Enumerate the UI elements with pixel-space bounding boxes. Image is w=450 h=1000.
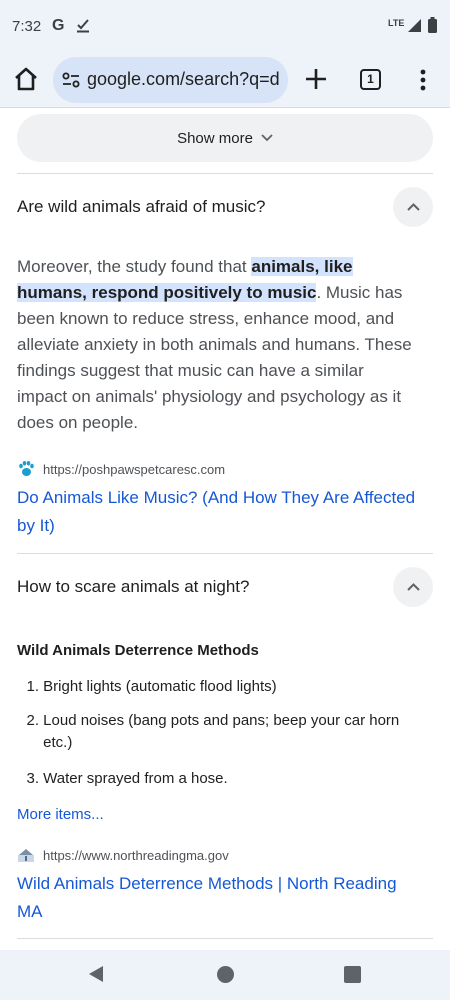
list-number: 2.: [26, 712, 39, 729]
battery-icon: [428, 17, 437, 33]
answer-line: impact on animals' physiology and psycho…: [17, 387, 402, 406]
list-number: 3.: [26, 770, 39, 787]
download-done-icon: [77, 19, 89, 33]
new-tab-icon[interactable]: [303, 66, 329, 92]
result-link-2[interactable]: Wild Animals Deterrence Methods | North …: [17, 870, 433, 926]
divider: [17, 938, 433, 939]
list-item: 1. Bright lights (automatic flood lights…: [17, 676, 433, 698]
more-menu-icon[interactable]: [414, 68, 432, 92]
result-link-text[interactable]: MA: [17, 902, 43, 921]
search-results-content: Show more Are wild animals afraid of mus…: [0, 108, 450, 950]
recent-apps-icon[interactable]: [344, 966, 361, 983]
answer-line: alleviate anxiety in both animals and hu…: [17, 335, 412, 354]
answer-highlight: humans, respond positively to music: [17, 283, 317, 302]
source-row-1: https://poshpawspetcaresc.com: [17, 460, 225, 478]
collapse-button-1[interactable]: [393, 187, 433, 227]
system-nav-bar: [0, 950, 450, 1000]
result-link-text[interactable]: Wild Animals Deterrence Methods | North …: [17, 874, 397, 893]
source-row-2: https://www.northreadingma.gov: [17, 846, 229, 864]
status-bar: 7:32 G LTE: [0, 0, 450, 52]
home-icon[interactable]: [12, 65, 40, 93]
answer-highlight: animals, like: [251, 257, 353, 276]
more-items-link[interactable]: More items...: [17, 806, 104, 823]
chevron-up-icon: [406, 203, 420, 211]
browser-toolbar: google.com/search?q=d 1: [0, 52, 450, 108]
list-text: Water sprayed from a hose.: [43, 770, 228, 787]
result-link-text[interactable]: by It): [17, 516, 55, 535]
faq-answer-1: Moreover, the study found that animals, …: [17, 254, 433, 436]
phone-screen: 7:32 G LTE google.com/search?q=d 1 Show …: [0, 0, 450, 1000]
faq-question-2[interactable]: How to scare animals at night?: [17, 577, 249, 597]
source-url: https://poshpawspetcaresc.com: [43, 461, 226, 477]
show-more-label: Show more: [177, 129, 253, 147]
list-item: 2. Loud noises (bang pots and pans; beep…: [17, 710, 433, 754]
signal-icon: [408, 19, 421, 32]
list-item: 3. Water sprayed from a hose.: [17, 768, 433, 790]
tab-switcher-button[interactable]: 1: [360, 69, 381, 90]
answer-line: Moreover, the study found that animals, …: [17, 257, 353, 276]
list-text: Loud noises (bang pots and pans; beep yo…: [43, 712, 400, 751]
result-link-text[interactable]: Do Animals Like Music? (And How They Are…: [17, 488, 415, 507]
paw-favicon-icon: [19, 461, 34, 476]
faq-question-1[interactable]: Are wild animals afraid of music?: [17, 197, 265, 217]
town-seal-favicon-icon: [18, 849, 34, 862]
chevron-down-icon: [261, 134, 273, 142]
address-bar[interactable]: google.com/search?q=d: [53, 57, 288, 103]
back-icon[interactable]: [87, 965, 105, 983]
show-more-button[interactable]: Show more: [17, 114, 433, 162]
divider: [17, 173, 433, 174]
google-notification-icon: G: [52, 17, 65, 34]
list-text: Bright lights (automatic flood lights): [43, 678, 277, 695]
collapse-button-2[interactable]: [393, 567, 433, 607]
url-text[interactable]: google.com/search?q=d: [87, 69, 280, 90]
status-time: 7:32: [12, 18, 42, 35]
answer-line: does on people.: [17, 413, 138, 432]
answer-line: been known to reduce stress, enhance moo…: [17, 309, 395, 328]
answer-line: humans, respond positively to music. Mus…: [17, 283, 403, 302]
home-nav-icon[interactable]: [217, 966, 234, 983]
network-type-label: LTE: [388, 18, 405, 28]
chevron-up-icon: [406, 583, 420, 591]
source-url: https://www.northreadingma.gov: [43, 847, 229, 863]
answer-line: findings suggest that music can have a s…: [17, 361, 364, 380]
divider: [17, 553, 433, 554]
list-number: 1.: [26, 678, 39, 695]
site-settings-icon[interactable]: [61, 71, 81, 89]
list-title: Wild Animals Deterrence Methods: [17, 642, 259, 659]
result-link-1[interactable]: Do Animals Like Music? (And How They Are…: [17, 484, 433, 540]
